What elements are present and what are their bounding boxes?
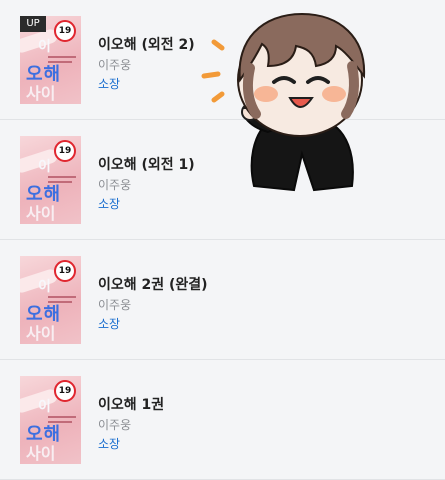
owned-status: 소장 — [98, 77, 121, 91]
up-badge: UP — [20, 16, 46, 32]
chibi-character-icon — [201, 12, 366, 192]
book-author: 이주웅 — [98, 418, 132, 432]
cover-text-line — [48, 416, 76, 418]
cover-title-art-1: 이 — [38, 279, 51, 295]
cover-title-art-1: 이 — [38, 159, 51, 175]
book-cover[interactable]: 이 오해 사이 19 — [20, 376, 81, 464]
age-19-badge: 19 — [54, 380, 76, 402]
cover-title-art-3: 사이 — [26, 444, 56, 463]
owned-status: 소장 — [98, 317, 121, 331]
owned-status: 소장 — [98, 197, 121, 211]
book-cover[interactable]: 이 오해 사이 19 — [20, 256, 81, 344]
book-author: 이주웅 — [98, 58, 132, 72]
cover-title-art-3: 사이 — [26, 204, 56, 223]
list-item[interactable]: 이 오해 사이 19 이오해 2권 (완결) 이주웅 소장 — [0, 240, 445, 360]
owned-status: 소장 — [98, 437, 121, 451]
age-19-badge: 19 — [54, 20, 76, 42]
book-cover[interactable]: 이 오해 사이 19 — [20, 136, 81, 224]
age-19-badge: 19 — [54, 140, 76, 162]
cover-title-art-3: 사이 — [26, 324, 56, 343]
age-19-badge: 19 — [54, 260, 76, 282]
cover-text-line — [48, 296, 76, 298]
book-title[interactable]: 이오해 (외전 1) — [98, 154, 195, 174]
list-item[interactable]: 이 오해 사이 19 이오해 1권 이주웅 소장 — [0, 360, 445, 480]
book-title[interactable]: 이오해 (외전 2) — [98, 34, 195, 54]
cover-title-art-1: 이 — [38, 39, 51, 55]
book-title[interactable]: 이오해 2권 (완결) — [98, 274, 208, 294]
book-title[interactable]: 이오해 1권 — [98, 394, 164, 414]
book-author: 이주웅 — [98, 298, 132, 312]
book-cover[interactable]: 이 오해 사이 19 UP — [20, 16, 81, 104]
cover-title-art-1: 이 — [38, 399, 51, 415]
cover-title-art-3: 사이 — [26, 84, 56, 103]
cover-text-line — [48, 56, 76, 58]
book-author: 이주웅 — [98, 178, 132, 192]
cover-text-line — [48, 176, 76, 178]
